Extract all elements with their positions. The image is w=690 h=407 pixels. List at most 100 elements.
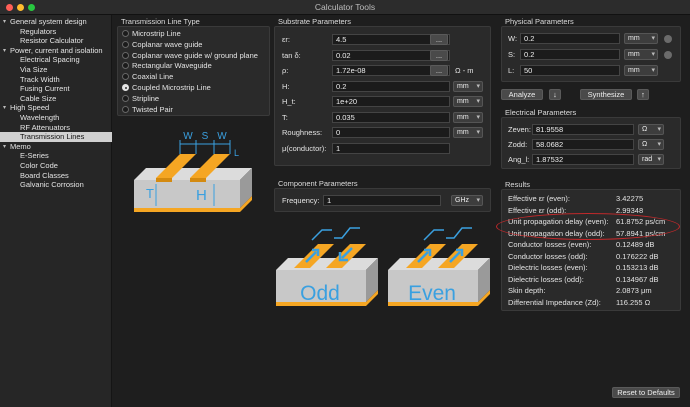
dim-t-label: T	[146, 186, 154, 201]
physical-unit-select[interactable]: mm	[624, 65, 658, 76]
electrical-input[interactable]: 58.0682	[532, 139, 634, 150]
substrate-input[interactable]: 1e+20	[332, 96, 450, 107]
chevron-down-icon[interactable]: ▾	[3, 46, 6, 56]
electrical-unit-select[interactable]: Ω	[638, 139, 664, 150]
tline-radio[interactable]	[122, 62, 129, 70]
result-value: 0.176222 dB	[616, 251, 659, 261]
sidebar-item[interactable]: Fusing Current	[0, 84, 112, 94]
sidebar-item[interactable]: ▾ Power, current and isolation	[0, 46, 112, 56]
analyze-button[interactable]: Analyze	[501, 89, 543, 100]
substrate-unit-select[interactable]: mm	[453, 111, 483, 123]
synthesize-arrow-button[interactable]: ↑	[637, 89, 649, 100]
sidebar-item[interactable]: ▾ General system design	[0, 17, 112, 27]
electrical-unit-select[interactable]: Ω	[638, 124, 664, 135]
substrate-unit-select[interactable]: mm	[453, 127, 483, 138]
radio-dot-icon[interactable]	[664, 34, 672, 43]
radio-dot-icon[interactable]	[664, 50, 672, 59]
sidebar-item-label: High Speed	[10, 103, 50, 113]
tline-radio[interactable]	[122, 84, 129, 91]
sidebar-item[interactable]: ▾ Memo	[0, 142, 112, 152]
substrate-browse-button[interactable]: ...	[430, 65, 448, 76]
sidebar-item[interactable]: Track Width	[0, 75, 112, 85]
physical-unit-select[interactable]: mm	[624, 33, 658, 44]
sidebar-item[interactable]: Cable Size	[0, 94, 112, 104]
tline-option-label: Stripline	[132, 93, 160, 103]
physical-unit-select[interactable]: mm	[624, 49, 658, 60]
sidebar-item[interactable]: Galvanic Corrosion	[0, 180, 112, 190]
chevron-down-icon[interactable]: ▾	[3, 17, 6, 27]
sidebar-item-label: Transmission Lines	[20, 132, 85, 142]
substrate-browse-button[interactable]: ...	[430, 49, 448, 61]
substrate-browse-button[interactable]: ...	[430, 34, 448, 45]
substrate-label: εr:	[282, 35, 290, 44]
result-value: 0.12489 dB	[616, 240, 655, 249]
frequency-unit-select[interactable]: GHz	[451, 195, 483, 206]
reset-defaults-button[interactable]: Reset to Defaults	[612, 387, 680, 398]
substrate-pane: εr: 4.5... tan δ: 0.02... ρ: 1.72e-08... Ω - m…	[274, 26, 491, 166]
sidebar-item-label: Electrical Spacing	[20, 55, 80, 65]
sidebar-item[interactable]: RF Attenuators	[0, 123, 112, 133]
sidebar-item[interactable]: Electrical Spacing	[0, 55, 112, 65]
dim-s-label: S	[202, 131, 209, 142]
chevron-down-icon[interactable]: ▾	[3, 103, 6, 113]
results-title: Results	[505, 180, 531, 189]
substrate-unit-select[interactable]: mm	[453, 96, 483, 107]
sidebar-item[interactable]: E-Series	[0, 151, 112, 161]
sidebar-item-label: Cable Size	[20, 93, 57, 103]
substrate-label: Roughness:	[282, 128, 323, 137]
sidebar-item[interactable]: Regulators	[0, 27, 112, 37]
substrate-input[interactable]: 0.2	[332, 80, 450, 92]
substrate-label: μ(conductor):	[282, 143, 327, 153]
frequency-label: Frequency:	[282, 196, 320, 205]
sidebar-item-label: Wavelength	[20, 113, 60, 122]
frequency-input[interactable]: 1	[323, 195, 441, 206]
sidebar-item-label: E-Series	[20, 151, 49, 161]
result-value: 0.134967 dB	[616, 274, 659, 284]
tline-radio[interactable]	[122, 73, 129, 81]
sidebar-item[interactable]: Via Size	[0, 65, 112, 75]
physical-input[interactable]: 0.2	[520, 49, 620, 60]
tline-option-label: Microstrip Line	[132, 29, 181, 38]
dim-w-label: W	[183, 131, 193, 142]
physical-label: L:	[508, 66, 515, 75]
electrical-input[interactable]: 81.9558	[532, 124, 634, 135]
sidebar-item[interactable]: Board Classes	[0, 171, 112, 181]
synthesize-button[interactable]: Synthesize	[580, 89, 632, 100]
tline-radio[interactable]	[122, 30, 129, 37]
annotation-ellipse	[496, 213, 680, 240]
sidebar-item[interactable]: Wavelength	[0, 113, 112, 123]
dim-h-label: H	[196, 187, 207, 204]
title-bar: Calculator Tools	[0, 0, 690, 15]
electrical-label: Zodd:	[508, 140, 528, 149]
odd-mode-diagram: Odd	[276, 227, 378, 306]
dim-w2-label: W	[217, 131, 227, 142]
sidebar-item[interactable]: Color Code	[0, 161, 112, 171]
physical-label: S:	[508, 50, 516, 59]
chevron-down-icon[interactable]: ▾	[3, 142, 6, 152]
analyze-arrow-button[interactable]: ↓	[549, 89, 561, 100]
sidebar-item[interactable]: Resistor Calculator	[0, 36, 112, 46]
sidebar-item-label: Regulators	[20, 26, 57, 36]
tline-radio[interactable]	[122, 51, 129, 59]
electrical-title: Electrical Parameters	[505, 108, 577, 117]
window-title: Calculator Tools	[314, 2, 376, 12]
odd-label: Odd	[300, 282, 340, 305]
tline-radio[interactable]	[122, 105, 129, 113]
substrate-input[interactable]: 0	[332, 127, 450, 138]
sidebar-item[interactable]: Transmission Lines	[0, 132, 112, 143]
tline-type-pane: Microstrip Line Coplanar wave guide Coplan…	[117, 26, 270, 116]
sidebar-item-label: Memo	[10, 141, 31, 151]
coupled-microstrip-diagram: W S W L T H	[134, 131, 252, 212]
tline-radio[interactable]	[122, 94, 129, 102]
component-title: Component Parameters	[278, 179, 358, 188]
sidebar-item[interactable]: ▾ High Speed	[0, 103, 112, 113]
tline-radio[interactable]	[122, 40, 129, 48]
substrate-input[interactable]: 1	[332, 142, 450, 154]
substrate-input[interactable]: 0.035	[332, 111, 450, 123]
electrical-input[interactable]: 1.87532	[532, 154, 634, 165]
physical-input[interactable]: 50	[520, 65, 620, 76]
substrate-unit-select[interactable]: mm	[453, 80, 483, 92]
tline-option-label: Rectangular Waveguide	[132, 61, 212, 71]
electrical-unit-select[interactable]: rad	[638, 154, 664, 165]
physical-input[interactable]: 0.2	[520, 33, 620, 44]
